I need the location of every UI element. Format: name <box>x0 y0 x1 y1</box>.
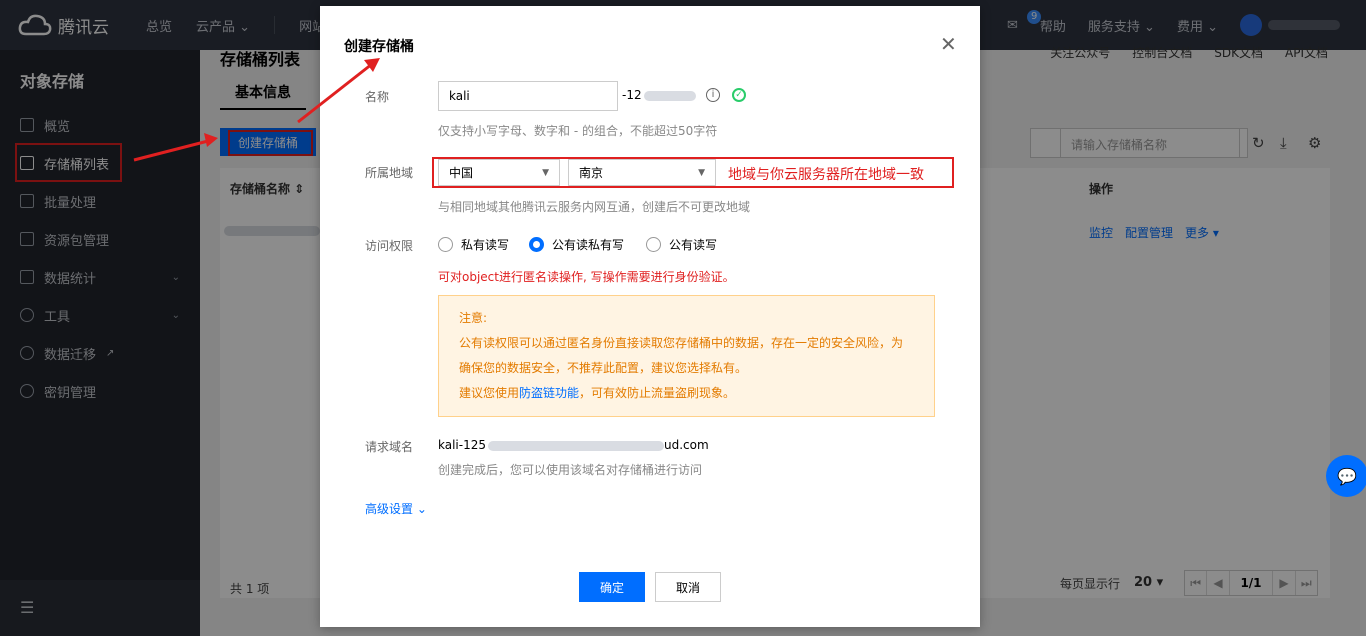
annotation-arrows <box>133 58 380 162</box>
arrow-to-dialog-title <box>297 62 373 124</box>
arrow-to-create <box>133 138 213 162</box>
arrowhead <box>204 133 218 147</box>
chat-support-icon[interactable]: 💬 <box>1326 455 1366 497</box>
